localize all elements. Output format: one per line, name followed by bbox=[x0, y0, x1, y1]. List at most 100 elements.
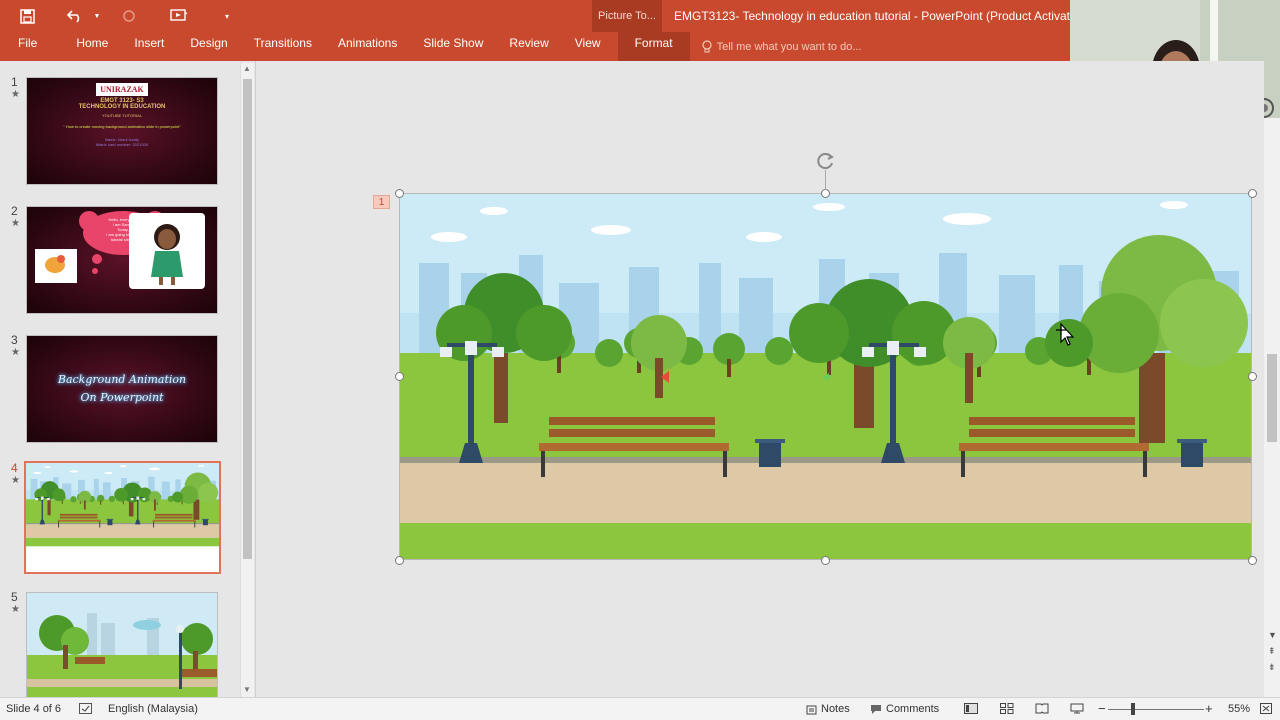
scroll-down-icon[interactable]: ▼ bbox=[243, 685, 251, 694]
resize-handle-bottom-right[interactable] bbox=[1248, 556, 1257, 565]
spelling-icon[interactable] bbox=[79, 703, 92, 714]
save-icon bbox=[19, 8, 35, 24]
slide1-subject: TECHNOLOGY IN EDUCATION bbox=[78, 104, 166, 110]
park-background-picture[interactable] bbox=[399, 193, 1252, 560]
rotate-connector bbox=[825, 170, 826, 190]
scroll-up-icon[interactable]: ▲ bbox=[243, 64, 251, 73]
redo-button[interactable] bbox=[116, 5, 142, 27]
scroll-down-icon[interactable]: ▼ bbox=[1268, 630, 1277, 640]
undo-dropdown-icon[interactable]: ▼ bbox=[92, 5, 102, 27]
language-indicator[interactable]: English (Malaysia) bbox=[108, 703, 198, 715]
scrollbar-thumb[interactable] bbox=[243, 79, 252, 559]
tab-format[interactable]: Format bbox=[617, 32, 690, 61]
status-bar: Slide 4 of 6 English (Malaysia) Notes Co… bbox=[0, 697, 1280, 720]
zoom-level[interactable]: 55% bbox=[1228, 703, 1250, 715]
slide1-topic: " How to create moving background animat… bbox=[63, 124, 181, 129]
slide-preview: Background Animation On Powerpoint bbox=[26, 335, 218, 443]
window-title: EMGT3123- Technology in education tutori… bbox=[674, 9, 1070, 23]
powerpoint-window: ▼ ▾ Picture To... EMGT3123- Technology i… bbox=[0, 0, 1280, 720]
resize-handle-left[interactable] bbox=[395, 372, 404, 381]
previous-slide-icon[interactable]: ⇞ bbox=[1268, 646, 1276, 657]
slide-preview: UNIRAZAK EMGT 3123- S3 TECHNOLOGY IN EDU… bbox=[26, 77, 218, 185]
fit-slide-icon[interactable] bbox=[1260, 703, 1272, 714]
slide3-title: Background Animation On Powerpoint bbox=[57, 373, 187, 404]
slideshow-view-button[interactable] bbox=[1070, 703, 1084, 714]
slide-thumbnail-4[interactable]: 4 ★ bbox=[0, 461, 240, 574]
comments-button[interactable]: Comments bbox=[870, 703, 939, 715]
animation-order-tag[interactable]: 1 bbox=[373, 195, 390, 209]
slide-sorter-icon bbox=[1000, 703, 1014, 714]
comments-label: Comments bbox=[886, 703, 940, 715]
lightbulb-icon bbox=[701, 39, 712, 52]
save-button[interactable] bbox=[14, 5, 40, 27]
slide-preview: Hello, everyone! I am Sarah. Today, I am… bbox=[26, 206, 218, 314]
normal-view-button[interactable] bbox=[964, 703, 978, 714]
slide-sorter-button[interactable] bbox=[1000, 703, 1014, 714]
slide-number: 3 bbox=[11, 333, 18, 347]
slide-preview bbox=[24, 461, 221, 574]
animation-star-icon: ★ bbox=[11, 89, 20, 100]
slide-thumbnail-5[interactable]: 5 ★ bbox=[0, 590, 240, 702]
tab-view[interactable]: View bbox=[562, 32, 614, 61]
resize-handle-top-right[interactable] bbox=[1248, 189, 1257, 198]
reading-view-button[interactable] bbox=[1035, 703, 1049, 714]
next-slide-icon[interactable]: ⇟ bbox=[1268, 662, 1276, 673]
animation-star-icon: ★ bbox=[11, 347, 20, 358]
slide-number: 2 bbox=[11, 204, 18, 218]
reading-view-icon bbox=[1035, 703, 1049, 714]
notes-icon bbox=[806, 705, 817, 714]
tab-home[interactable]: Home bbox=[63, 32, 121, 61]
move-cursor-icon bbox=[1054, 322, 1075, 346]
slide-number: 1 bbox=[11, 75, 18, 89]
tab-animations[interactable]: Animations bbox=[325, 32, 410, 61]
tab-slide-show[interactable]: Slide Show bbox=[410, 32, 496, 61]
slide1-matric: Matric card number: 2021000 bbox=[95, 142, 149, 147]
slide-number: 4 bbox=[11, 461, 18, 475]
tell-me-box[interactable]: Tell me what you want to do... bbox=[701, 36, 862, 58]
scrollbar-thumb[interactable] bbox=[1267, 354, 1277, 442]
picture-tools-label: Picture To... bbox=[592, 0, 662, 32]
tab-insert[interactable]: Insert bbox=[121, 32, 177, 61]
thumbnail-scrollbar[interactable]: ▲ ▼ bbox=[240, 63, 254, 697]
notes-label: Notes bbox=[821, 703, 850, 715]
quick-access-toolbar: ▼ ▾ bbox=[14, 5, 240, 27]
ribbon-tabs: File Home Insert Design Transitions Anim… bbox=[0, 32, 862, 61]
undo-icon bbox=[67, 10, 80, 23]
slide-scrollbar[interactable]: ▼ ⇞ ⇟ bbox=[1264, 118, 1280, 698]
customize-qat-icon[interactable]: ▾ bbox=[214, 5, 240, 27]
tab-file[interactable]: File bbox=[0, 32, 63, 61]
comments-icon bbox=[871, 704, 881, 714]
resize-handle-top[interactable] bbox=[821, 189, 830, 198]
undo-button[interactable] bbox=[62, 5, 88, 27]
slide-preview bbox=[26, 592, 218, 700]
tab-design[interactable]: Design bbox=[177, 32, 240, 61]
notes-button[interactable]: Notes bbox=[806, 703, 850, 715]
rotate-icon bbox=[817, 153, 834, 170]
slide-number: 5 bbox=[11, 590, 18, 604]
resize-handle-right[interactable] bbox=[1248, 372, 1257, 381]
animation-star-icon: ★ bbox=[11, 218, 20, 229]
resize-handle-bottom-left[interactable] bbox=[395, 556, 404, 565]
rotate-handle[interactable] bbox=[816, 151, 836, 171]
start-from-beginning-button[interactable] bbox=[166, 5, 192, 27]
resize-handle-top-left[interactable] bbox=[395, 189, 404, 198]
zoom-out-icon[interactable]: − bbox=[1098, 701, 1106, 716]
zoom-slider[interactable] bbox=[1108, 709, 1204, 710]
tab-transitions[interactable]: Transitions bbox=[241, 32, 325, 61]
tell-me-text: Tell me what you want to do... bbox=[716, 40, 862, 53]
slide-thumbnail-2[interactable]: 2 ★ Hello, everyone! I am Sarah. Today, … bbox=[0, 204, 240, 316]
slide-counter: Slide 4 of 6 bbox=[6, 703, 62, 715]
zoom-slider-knob[interactable] bbox=[1131, 703, 1135, 715]
normal-view-icon bbox=[964, 703, 978, 714]
tab-review[interactable]: Review bbox=[496, 32, 561, 61]
redo-icon bbox=[123, 10, 135, 22]
park-scene-thumbnail bbox=[26, 463, 219, 572]
zoom-in-icon[interactable]: + bbox=[1205, 701, 1213, 716]
bubble-text: Hello, everyone! I am Sarah. Today, I am… bbox=[97, 217, 149, 242]
slide1-type: YOUTUBE TUTORIAL bbox=[101, 113, 143, 118]
slide-thumbnail-1[interactable]: 1 ★ UNIRAZAK EMGT 3123- S3 TECHNOLOGY IN… bbox=[0, 75, 240, 187]
park-scene bbox=[399, 193, 1252, 560]
slide-thumbnail-3[interactable]: 3 ★ Background Animation On Powerpoint bbox=[0, 333, 240, 445]
resize-handle-bottom[interactable] bbox=[821, 556, 830, 565]
animation-star-icon: ★ bbox=[11, 604, 20, 615]
